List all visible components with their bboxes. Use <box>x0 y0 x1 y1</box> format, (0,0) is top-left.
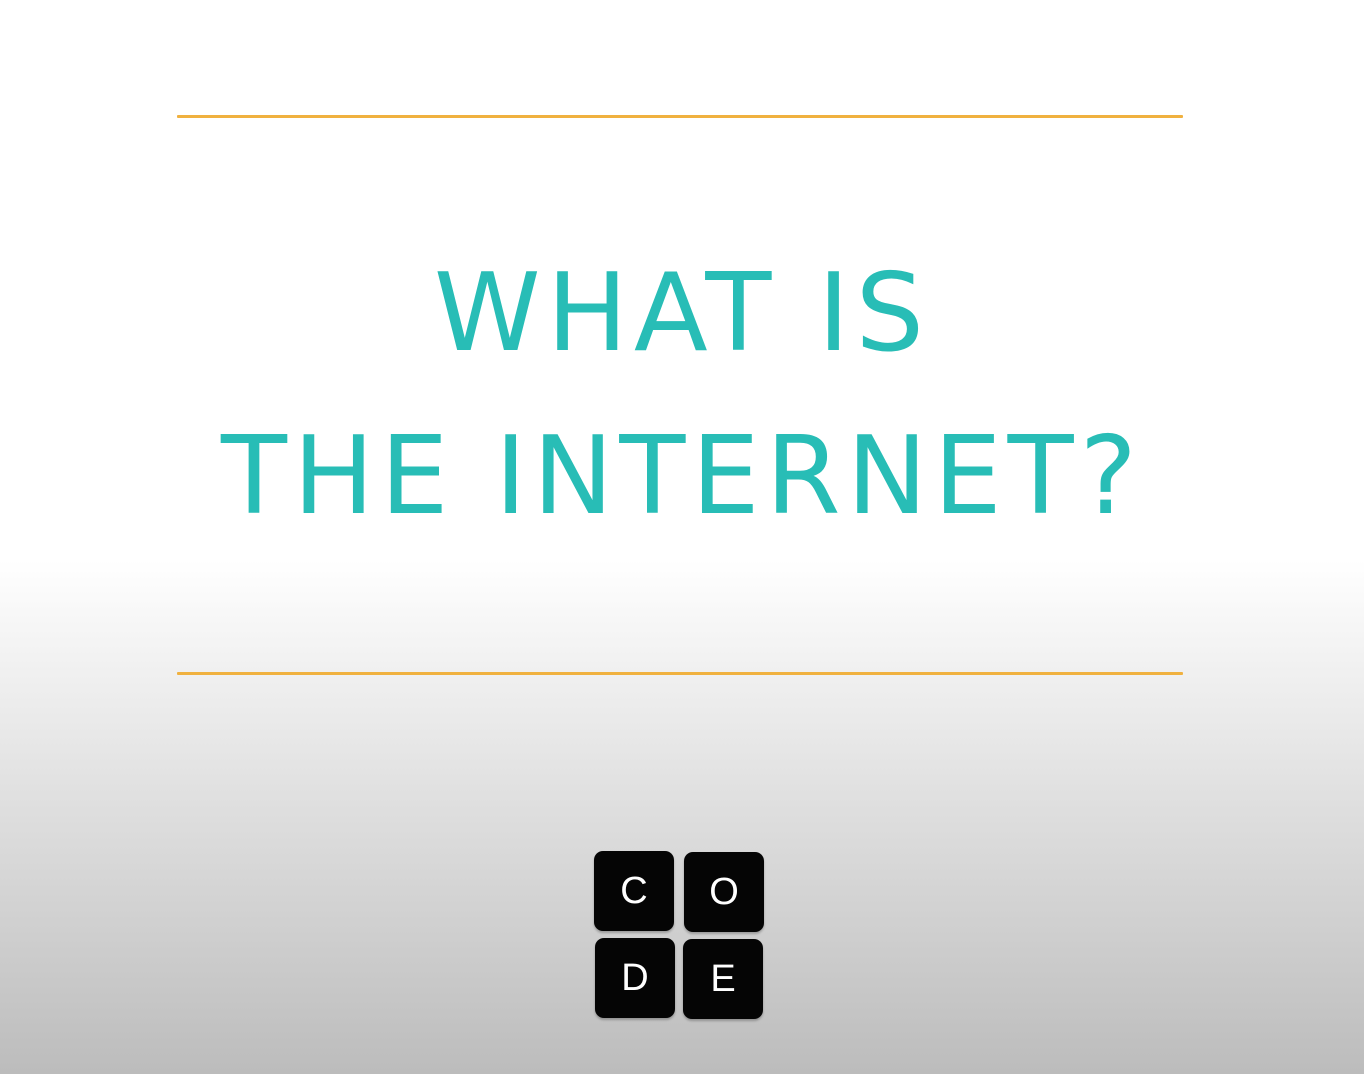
bottom-divider <box>177 672 1183 675</box>
title-line-2: THE INTERNET? <box>221 414 1143 539</box>
logo-tile-c: C <box>594 851 674 931</box>
top-divider <box>177 115 1183 118</box>
code-logo: C O D E <box>594 851 766 1021</box>
title-line-1: WHAT IS <box>433 251 931 376</box>
logo-tile-o: O <box>684 852 764 932</box>
logo-tile-e: E <box>683 939 763 1019</box>
logo-tile-d: D <box>595 938 675 1018</box>
